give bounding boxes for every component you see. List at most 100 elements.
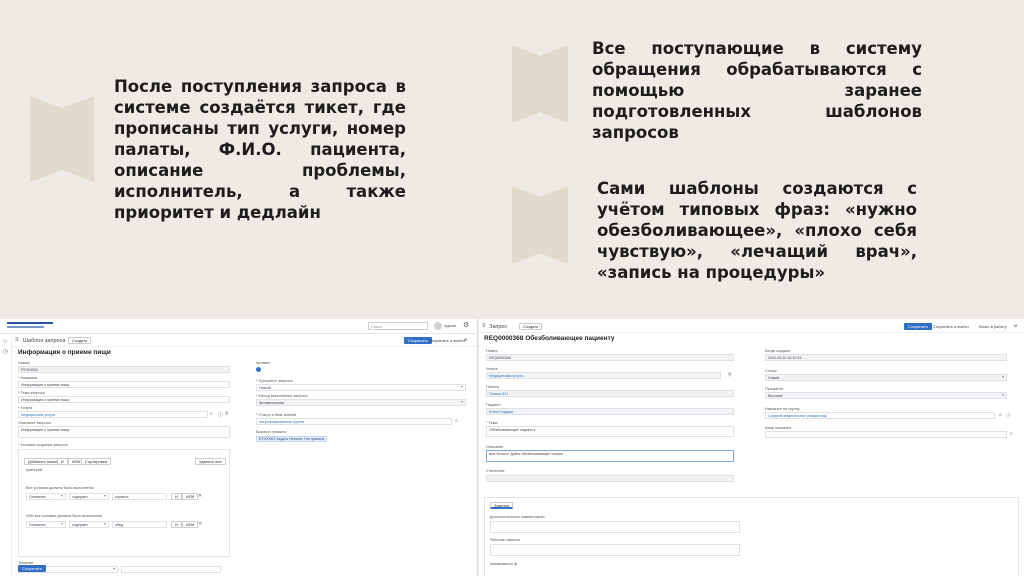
ticket-title: REQ0000368 Обезболивающее пациенту	[484, 335, 615, 342]
ticket-breadcrumb: Запрос	[489, 324, 508, 330]
ticket-hierarchy-icon[interactable]: ⚲	[728, 372, 732, 378]
group-search-icon[interactable]: ⌕	[455, 418, 458, 424]
cond-remove-button[interactable]: Удалить все	[195, 458, 226, 465]
service-value[interactable]: Медицинская услуга	[21, 413, 55, 417]
ticket-service-label: Услуга	[486, 367, 498, 371]
slide-text-phrases: Сами шаблоны создаются с учётом типовых …	[597, 179, 917, 282]
method-label: * Метод выполнения запроса	[256, 394, 308, 398]
gear-icon[interactable]: ⚙	[463, 321, 469, 329]
service-label: * Услуга	[18, 406, 33, 410]
ticket-desc-field[interactable]: мне больно! Дайте обезболивающее скорее	[486, 450, 734, 462]
create-button[interactable]: Создать	[68, 337, 92, 344]
created-field[interactable]: 2020-05-20 16:10:33	[765, 354, 1007, 361]
slide-text-ticket: После поступления запроса в системе созд…	[114, 77, 406, 222]
search-icon[interactable]: ⌕	[210, 411, 213, 417]
active-label: Активно	[256, 361, 271, 365]
assignee-value[interactable]: Средний медперсонал (медсестра)	[768, 414, 827, 418]
search-input[interactable]: Поиск	[368, 322, 428, 330]
service-field[interactable]: Медицинская услуга	[18, 411, 208, 418]
ticket-subject-field[interactable]: Обезболивающее пациенту	[486, 426, 734, 437]
desc-field[interactable]: Информация о приеме пищи	[18, 426, 230, 438]
assignee-info-icon[interactable]: ⓘ	[1006, 412, 1011, 419]
created-label: Когда создано	[765, 349, 791, 353]
kb-label: Базовое правило	[256, 430, 287, 434]
left-rail: ☆ ◷	[0, 335, 12, 576]
menu-icon[interactable]: ≡	[15, 337, 19, 343]
notes-section: Заметки Дополнительные комментарии Рабоч…	[484, 497, 1019, 576]
ticket-save-button[interactable]: Сохранить	[904, 323, 932, 330]
priority-select[interactable]: Низкий	[256, 384, 466, 391]
kb-tag[interactable]: RT000002 Задача Питание Тип правила	[256, 436, 328, 442]
logo	[7, 322, 53, 331]
tab-notes[interactable]: Заметки	[490, 502, 514, 509]
row2-operator[interactable]: содержит	[69, 521, 109, 528]
group-value[interactable]: Актуализированная группа	[259, 420, 304, 424]
number-field[interactable]: RT000002	[18, 366, 230, 373]
row2-and-button[interactable]: И	[171, 521, 182, 528]
cond-phrase: критерий	[26, 468, 43, 472]
history-icon[interactable]: ◷	[0, 348, 11, 355]
ticket-save-exit-link[interactable]: Сохранить и выйти	[933, 324, 969, 329]
status-select[interactable]: Новый	[765, 374, 1007, 381]
patient-field[interactable]: Юлия Гладкая	[486, 408, 734, 415]
active-checkbox[interactable]	[256, 367, 261, 372]
page-header: ≡ Шаблон запроса Создать Сохранить Сохра…	[12, 335, 477, 347]
assignee-field[interactable]: Средний медперсонал (медсестра)	[765, 412, 995, 419]
ticket-attach-icon[interactable]: ⌀	[1014, 323, 1017, 329]
to-work-link[interactable]: Взять в работу	[979, 324, 1007, 329]
slide-text-templates: Все поступающие в систему обращения обра…	[592, 39, 922, 142]
avatar[interactable]	[434, 322, 442, 330]
info-icon[interactable]: ⓘ	[218, 411, 223, 418]
status-label: Статус	[765, 369, 778, 373]
name-label: * Название	[18, 376, 38, 380]
cond-sort-button[interactable]: Сортировка	[81, 458, 111, 465]
row1-and-button[interactable]: И	[171, 493, 182, 500]
row1-operator[interactable]: содержит	[69, 493, 109, 500]
person-search-icon[interactable]: ⌕	[1010, 431, 1013, 437]
row2-close-icon[interactable]: ✕	[198, 521, 202, 527]
person-field[interactable]	[765, 431, 1007, 438]
conditions-label: * Условия создания запроса	[18, 443, 68, 447]
star-icon[interactable]: ☆	[0, 338, 11, 345]
bottom-save-button-visible[interactable]: Сохранить	[18, 565, 46, 572]
row1-value[interactable]: кормить	[112, 493, 167, 500]
save-exit-link[interactable]: Сохранить и выйти	[429, 338, 465, 343]
ticket-screenshot: ≡ Запрос Создать Сохранить Сохранить и в…	[479, 319, 1024, 576]
row1-or-button[interactable]: ИЛИ	[182, 493, 199, 500]
cond-and-button[interactable]: И	[57, 458, 68, 465]
ticket-create-button[interactable]: Создать	[519, 323, 543, 330]
row2-value[interactable]: обед	[112, 521, 167, 528]
row2-field[interactable]: Описание	[26, 521, 66, 528]
row1-close-icon[interactable]: ✕	[198, 493, 202, 499]
assignee-search-icon[interactable]: ⌕	[999, 412, 1002, 418]
ticket-subject-label: * Тема	[486, 421, 498, 425]
patient-label: Пациент	[486, 403, 502, 407]
user-label[interactable]: Админ	[444, 323, 456, 328]
clarify-field[interactable]	[486, 475, 734, 482]
template-value-field[interactable]	[121, 566, 221, 573]
row2-or-button[interactable]: ИЛИ	[182, 521, 199, 528]
ticket-service-field[interactable]: Медицинская услуга	[486, 372, 721, 379]
ticket-number-field[interactable]: REQ0000368	[486, 354, 734, 361]
save-button[interactable]: Сохранить	[404, 337, 432, 344]
ward-label: Палата	[486, 385, 499, 389]
row1-field[interactable]: Описание	[26, 493, 66, 500]
conditions-builder: Добавить новый И ИЛИ Сортировка Удалить …	[18, 449, 230, 557]
subject-field[interactable]: Информация о приеме пищи	[18, 396, 230, 403]
ward-field[interactable]: Палата 541	[486, 390, 734, 397]
ticket-menu-icon[interactable]: ≡	[482, 323, 486, 329]
form-title: Информация о приеме пищи	[18, 349, 111, 356]
hierarchy-icon[interactable]: ⚲	[225, 411, 229, 417]
method-select[interactable]: Автоматически	[256, 399, 466, 406]
patient-value[interactable]: Юлия Гладкая	[489, 410, 513, 414]
work-field[interactable]	[490, 544, 740, 556]
extra-field[interactable]	[490, 521, 740, 533]
top-bar: Поиск Админ ⚙	[0, 319, 477, 334]
ward-value[interactable]: Палата 541	[489, 392, 508, 396]
name-field[interactable]: Информация о приеме пищи	[18, 381, 230, 388]
attach-icon[interactable]: ⌀	[464, 337, 467, 343]
ticket-priority-select[interactable]: Высокий	[765, 392, 1007, 399]
group-field[interactable]: Актуализированная группа	[256, 418, 452, 425]
ticket-desc-label: Описание	[486, 445, 504, 449]
ticket-service-value[interactable]: Медицинская услуга	[489, 374, 523, 378]
